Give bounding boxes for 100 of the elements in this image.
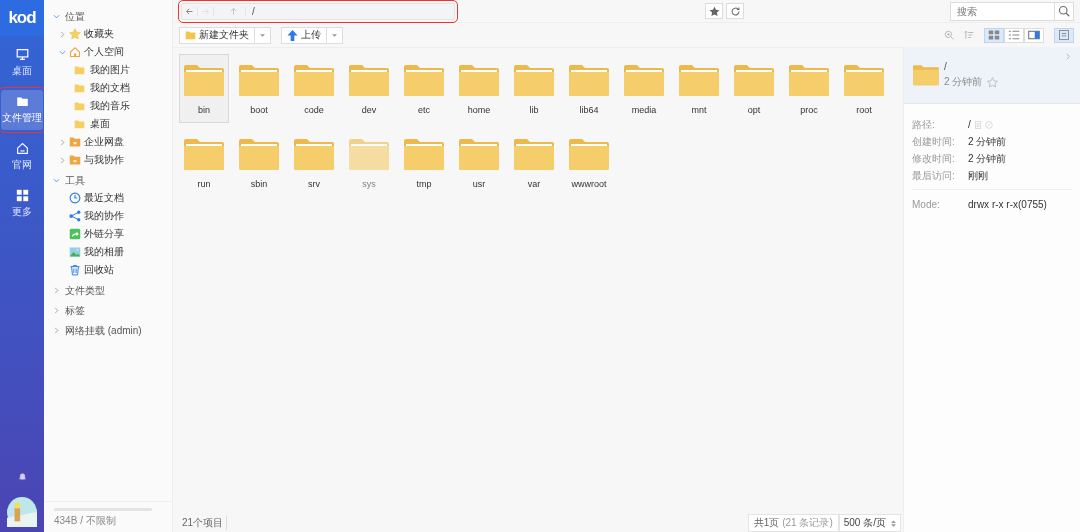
house-icon: [15, 142, 29, 155]
tree-section-header[interactable]: 网络挂载 (admin): [44, 322, 172, 339]
property-value: drwx r-x r-x(0755): [968, 199, 1047, 210]
folder-item[interactable]: dev: [344, 54, 394, 123]
tree-item[interactable]: 外链分享: [44, 225, 172, 243]
folder-item[interactable]: etc: [399, 54, 449, 123]
folder-icon: [74, 119, 85, 129]
dropdown-button[interactable]: [255, 26, 271, 44]
folder-icon: [15, 95, 29, 108]
folder-icon: [183, 137, 225, 171]
nav-item[interactable]: 更多: [1, 184, 43, 224]
folder-item[interactable]: media: [619, 54, 669, 123]
nav-item[interactable]: 文件管理: [1, 90, 43, 130]
folder-item[interactable]: srv: [289, 128, 339, 197]
folder-icon: [348, 137, 390, 171]
nav-item[interactable]: 桌面: [1, 43, 43, 83]
tree-item[interactable]: 与我协作: [44, 151, 172, 169]
property-label: 创建时间:: [912, 134, 956, 149]
tree-item[interactable]: 最近文档: [44, 189, 172, 207]
star-icon: [69, 28, 81, 40]
tree-item[interactable]: 收藏夹: [44, 25, 172, 43]
item-name: /: [944, 61, 948, 72]
tree-section-header[interactable]: 标签: [44, 302, 172, 319]
grid-view-button[interactable]: [984, 27, 1004, 43]
zoom-icon[interactable]: [944, 30, 954, 40]
tree-section-header[interactable]: 工具: [44, 172, 172, 189]
folder-item[interactable]: root: [839, 54, 889, 123]
chevron-right-icon[interactable]: [59, 156, 66, 164]
folder-icon: [403, 137, 445, 171]
tree-item[interactable]: 我的协作: [44, 207, 172, 225]
tree-item[interactable]: 我的相册: [44, 243, 172, 261]
folder-item[interactable]: wwwroot: [564, 128, 614, 197]
bell-icon[interactable]: [17, 472, 27, 481]
folder-item[interactable]: run: [179, 128, 229, 197]
copy-icon[interactable]: [973, 120, 982, 129]
search-button[interactable]: [1055, 1, 1074, 21]
folder-icon: [183, 63, 225, 97]
tree-item[interactable]: 我的图片: [44, 61, 172, 79]
property-label: 最后访问:: [912, 168, 956, 183]
folder-icon: [788, 63, 830, 97]
folder-item[interactable]: var: [509, 128, 559, 197]
tree-item[interactable]: 个人空间: [44, 43, 172, 61]
section-label: 网络挂载 (admin): [65, 323, 142, 338]
new-folder-button[interactable]: 新建文件夹: [179, 26, 255, 44]
search-field[interactable]: 搜索: [950, 1, 1055, 21]
folder-icon: [623, 63, 665, 97]
list-icon: [1008, 29, 1020, 41]
avatar[interactable]: [7, 497, 37, 527]
folder-item[interactable]: opt: [729, 54, 779, 123]
folder-icon: [678, 63, 720, 97]
folder-item[interactable]: proc: [784, 54, 834, 123]
upload-button[interactable]: 上传: [281, 26, 327, 44]
tree-item[interactable]: 我的音乐: [44, 97, 172, 115]
split-view-button[interactable]: [1024, 27, 1044, 43]
folder-item[interactable]: sbin: [234, 128, 284, 197]
tree-section-header[interactable]: 位置: [44, 8, 172, 25]
chevron-right-icon[interactable]: [59, 138, 66, 146]
link-icon[interactable]: [984, 120, 993, 129]
star-icon[interactable]: [987, 76, 999, 88]
page-size-select[interactable]: 500 条/页: [838, 514, 901, 532]
folder-item[interactable]: home: [454, 54, 504, 123]
folder-item[interactable]: usr: [454, 128, 504, 197]
folder-item[interactable]: sys: [344, 128, 394, 197]
folder-item[interactable]: lib: [509, 54, 559, 123]
chevron-right-icon[interactable]: [53, 307, 60, 314]
list-view-button[interactable]: [1004, 27, 1024, 43]
property-value: /: [968, 119, 971, 130]
search-icon: [1058, 5, 1070, 17]
dropdown-button[interactable]: [327, 26, 343, 44]
folder-item[interactable]: code: [289, 54, 339, 123]
tree-item[interactable]: 我的文档: [44, 79, 172, 97]
chevron-down-icon[interactable]: [53, 177, 60, 184]
chevron-right-icon[interactable]: [59, 30, 66, 38]
folder-item[interactable]: boot: [234, 54, 284, 123]
property-label: 路径:: [912, 117, 936, 132]
columns-icon: [1028, 29, 1040, 41]
sort-icon[interactable]: [964, 30, 974, 40]
folder-icon: [513, 137, 555, 171]
folder-item[interactable]: tmp: [399, 128, 449, 197]
chevron-right-icon[interactable]: [53, 287, 60, 294]
tree-item[interactable]: 企业网盘: [44, 133, 172, 151]
folder-icon: [293, 63, 335, 97]
folder-item[interactable]: lib64: [564, 54, 614, 123]
tree-item[interactable]: 桌面: [44, 115, 172, 133]
folder-item[interactable]: bin: [179, 54, 229, 123]
chevron-right-icon[interactable]: [53, 327, 60, 334]
section-label: 标签: [65, 303, 85, 318]
folder-item[interactable]: mnt: [674, 54, 724, 123]
app-logo[interactable]: kod: [0, 0, 44, 36]
star-icon: [708, 5, 720, 17]
chevron-down-icon[interactable]: [59, 48, 66, 56]
favorite-button[interactable]: [705, 3, 723, 19]
info-panel-button[interactable]: [1054, 27, 1074, 43]
chevron-down-icon[interactable]: [53, 13, 60, 20]
tree-item[interactable]: 回收站: [44, 261, 172, 279]
tree-section-header[interactable]: 文件类型: [44, 282, 172, 299]
nav-item[interactable]: 官网: [1, 137, 43, 177]
address-bar[interactable]: /: [181, 2, 455, 20]
folder-icon: [458, 137, 500, 171]
refresh-button[interactable]: [726, 3, 744, 19]
